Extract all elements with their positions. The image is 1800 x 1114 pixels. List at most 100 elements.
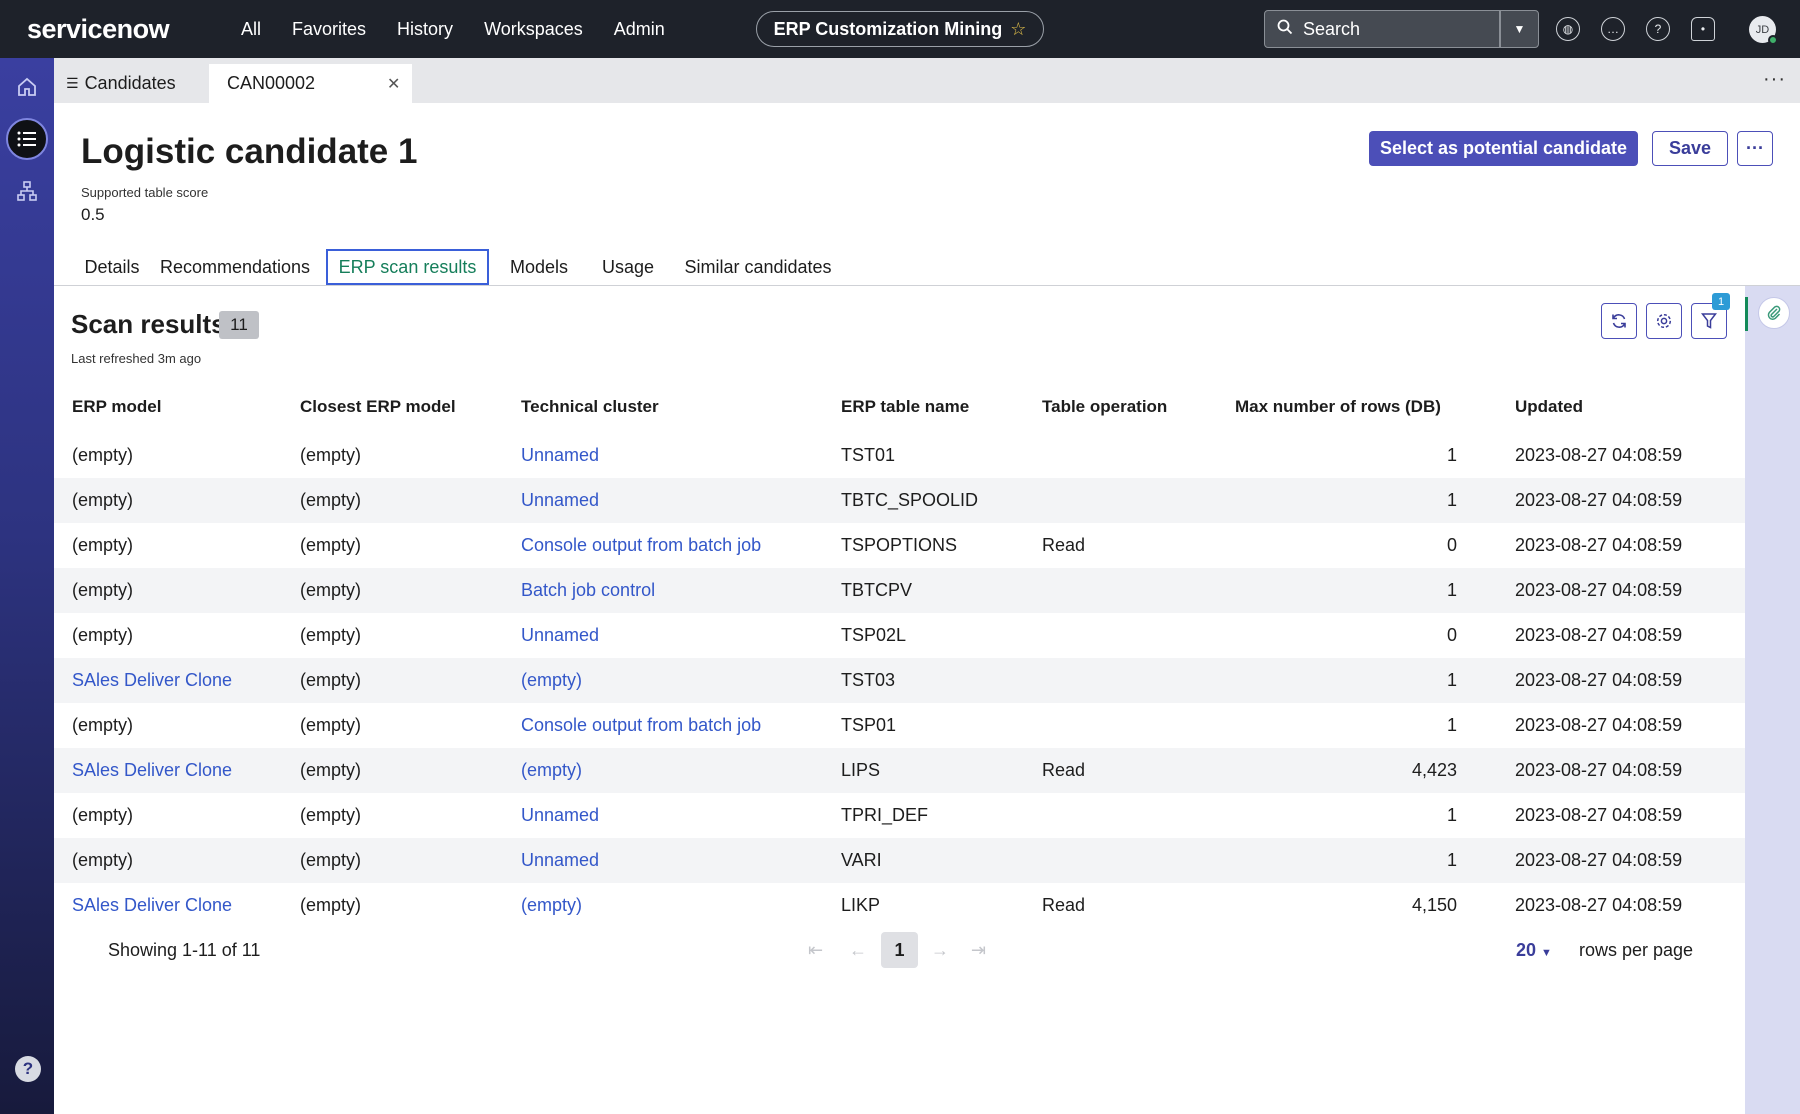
more-icon: ··· bbox=[1746, 138, 1764, 158]
col-updated[interactable]: Updated bbox=[1515, 397, 1583, 417]
table-row[interactable]: (empty) (empty) Unnamed TSP02L 0 2023-08-27 0… bbox=[54, 613, 1745, 658]
table-row[interactable]: (empty) (empty) Console output from batch … bbox=[54, 703, 1745, 748]
refresh-button[interactable] bbox=[1601, 303, 1637, 339]
table-row[interactable]: (empty) (empty) Unnamed TST01 1 2023-08-27 04… bbox=[54, 433, 1745, 478]
list-count-badge: 11 bbox=[219, 311, 259, 339]
erp-table-name-cell: LIKP bbox=[841, 895, 881, 915]
technical-cluster-cell[interactable]: Unnamed bbox=[521, 625, 599, 646]
erp-model-cell[interactable]: SAles Deliver Clone bbox=[72, 895, 232, 916]
hamburger-icon: ☰ bbox=[66, 75, 79, 91]
erp-model-cell[interactable]: SAles Deliver Clone bbox=[72, 760, 232, 781]
servicenow-logo[interactable]: servicenow bbox=[27, 14, 207, 45]
tab-candidates-list[interactable]: ☰ Candidates bbox=[66, 73, 176, 94]
table-row[interactable]: (empty) (empty) Batch job control TBTCPV 1 20… bbox=[54, 568, 1745, 613]
tab-record-can00002[interactable]: CAN00002 ✕ bbox=[209, 64, 412, 103]
updated-cell: 2023-08-27 04:08:59 bbox=[1515, 490, 1683, 510]
bell-icon[interactable]: • bbox=[1691, 17, 1715, 41]
updated-cell: 2023-08-27 04:08:59 bbox=[1515, 670, 1683, 690]
technical-cluster-cell[interactable]: Unnamed bbox=[521, 445, 599, 466]
nav-history[interactable]: History bbox=[397, 19, 453, 40]
select-as-potential-candidate-button[interactable]: Select as potential candidate bbox=[1369, 131, 1638, 166]
nav-all[interactable]: All bbox=[241, 19, 261, 40]
col-technical-cluster[interactable]: Technical cluster bbox=[521, 397, 659, 417]
erp-table-name-cell: VARI bbox=[841, 850, 882, 870]
tab-erp-scan-results[interactable]: ERP scan results bbox=[326, 249, 489, 285]
table-row[interactable]: SAles Deliver Clone (empty) (empty) LIPS Rea… bbox=[54, 748, 1745, 793]
table-row[interactable]: (empty) (empty) Unnamed TBTC_SPOOLID 1 2023-0… bbox=[54, 478, 1745, 523]
gear-icon bbox=[1656, 313, 1672, 329]
technical-cluster-cell[interactable]: Console output from batch job bbox=[521, 535, 761, 556]
nav-favorites[interactable]: Favorites bbox=[292, 19, 366, 40]
col-erp-model[interactable]: ERP model bbox=[72, 397, 161, 417]
closest-erp-model-cell: (empty) bbox=[300, 670, 362, 690]
tab-candidates-label: Candidates bbox=[84, 73, 176, 93]
tab-recommendations[interactable]: Recommendations bbox=[160, 249, 310, 285]
erp-table-name-cell: LIPS bbox=[841, 760, 881, 780]
updated-cell: 2023-08-27 04:08:59 bbox=[1515, 760, 1683, 780]
home-icon[interactable] bbox=[6, 66, 48, 108]
list-title: Scan results bbox=[71, 309, 226, 339]
technical-cluster-cell[interactable]: (empty) bbox=[521, 670, 582, 691]
max-rows-cell: 1 bbox=[1446, 580, 1457, 600]
col-table-operation[interactable]: Table operation bbox=[1042, 397, 1167, 417]
tab-models[interactable]: Models bbox=[497, 249, 581, 285]
global-search-input[interactable]: Search bbox=[1264, 10, 1500, 48]
right-contextual-rail bbox=[1745, 286, 1800, 1114]
erp-table-name-cell: TSP02L bbox=[841, 625, 907, 645]
list-settings-button[interactable] bbox=[1646, 303, 1682, 339]
paperclip-icon[interactable] bbox=[1758, 297, 1790, 329]
erp-table-name-cell: TST03 bbox=[841, 670, 896, 690]
table-row[interactable]: (empty) (empty) Unnamed TPRI_DEF 1 2023-08-27… bbox=[54, 793, 1745, 838]
globe-icon[interactable]: ◍ bbox=[1556, 17, 1580, 41]
close-icon[interactable]: ✕ bbox=[387, 74, 400, 94]
col-erp-table-name[interactable]: ERP table name bbox=[841, 397, 969, 417]
list-icon[interactable] bbox=[6, 118, 48, 160]
rows-per-page-dropdown[interactable]: 20 ▼ bbox=[1516, 940, 1552, 961]
save-button[interactable]: Save bbox=[1652, 131, 1728, 166]
erp-table-name-cell: TPRI_DEF bbox=[841, 805, 929, 825]
chat-icon[interactable]: … bbox=[1601, 17, 1625, 41]
tab-details[interactable]: Details bbox=[71, 249, 153, 285]
erp-model-cell: (empty) bbox=[72, 850, 134, 870]
tab-usage[interactable]: Usage bbox=[592, 249, 664, 285]
tab-similar-candidates[interactable]: Similar candidates bbox=[672, 249, 844, 285]
max-rows-cell: 4,150 bbox=[1411, 895, 1457, 915]
table-row[interactable]: SAles Deliver Clone (empty) (empty) TST03 1 2… bbox=[54, 658, 1745, 703]
page-button-current[interactable]: 1 bbox=[881, 932, 918, 968]
help-icon[interactable]: ? bbox=[1646, 17, 1670, 41]
updated-cell: 2023-08-27 04:08:59 bbox=[1515, 805, 1683, 825]
record-tab-strip: ☰ Candidates CAN00002 ✕ ··· bbox=[54, 58, 1800, 103]
closest-erp-model-cell: (empty) bbox=[300, 490, 362, 510]
table-body: (empty) (empty) Unnamed TST01 1 2023-08-27 04… bbox=[54, 433, 1745, 928]
next-page-icon: → bbox=[931, 940, 949, 960]
filter-icon bbox=[1701, 313, 1717, 329]
col-max-rows[interactable]: Max number of rows (DB) bbox=[1235, 397, 1441, 417]
erp-model-cell[interactable]: SAles Deliver Clone bbox=[72, 670, 232, 691]
closest-erp-model-cell: (empty) bbox=[300, 625, 362, 645]
table-row[interactable]: (empty) (empty) Unnamed VARI 1 2023-08-27 04:… bbox=[54, 838, 1745, 883]
user-avatar[interactable]: JD bbox=[1749, 16, 1778, 45]
tab-record-label: CAN00002 bbox=[227, 73, 316, 93]
hierarchy-icon[interactable] bbox=[6, 170, 48, 212]
technical-cluster-cell[interactable]: Unnamed bbox=[521, 850, 599, 871]
app-title-pill[interactable]: ERP Customization Mining ☆ bbox=[756, 11, 1044, 47]
technical-cluster-cell[interactable]: (empty) bbox=[521, 760, 582, 781]
table-row[interactable]: (empty) (empty) Console output from batch … bbox=[54, 523, 1745, 568]
technical-cluster-cell[interactable]: Unnamed bbox=[521, 490, 599, 511]
more-options-icon[interactable]: ··· bbox=[1763, 68, 1786, 91]
scan-results-table: ERP model Closest ERP model Technical cl… bbox=[54, 383, 1745, 928]
more-actions-button[interactable]: ··· bbox=[1737, 131, 1773, 166]
table-row[interactable]: SAles Deliver Clone (empty) (empty) LIKP Rea… bbox=[54, 883, 1745, 928]
technical-cluster-cell[interactable]: Console output from batch job bbox=[521, 715, 761, 736]
help-icon[interactable]: ? bbox=[15, 1056, 41, 1082]
col-closest-erp-model[interactable]: Closest ERP model bbox=[300, 397, 456, 417]
search-scope-dropdown[interactable]: ▼ bbox=[1500, 10, 1539, 48]
max-rows-cell: 1 bbox=[1446, 445, 1457, 465]
nav-workspaces[interactable]: Workspaces bbox=[484, 19, 583, 40]
left-rail: ? bbox=[0, 58, 54, 1114]
technical-cluster-cell[interactable]: Unnamed bbox=[521, 805, 599, 826]
technical-cluster-cell[interactable]: Batch job control bbox=[521, 580, 655, 601]
star-icon[interactable]: ☆ bbox=[1010, 19, 1026, 40]
technical-cluster-cell[interactable]: (empty) bbox=[521, 895, 582, 916]
nav-admin[interactable]: Admin bbox=[614, 19, 665, 40]
